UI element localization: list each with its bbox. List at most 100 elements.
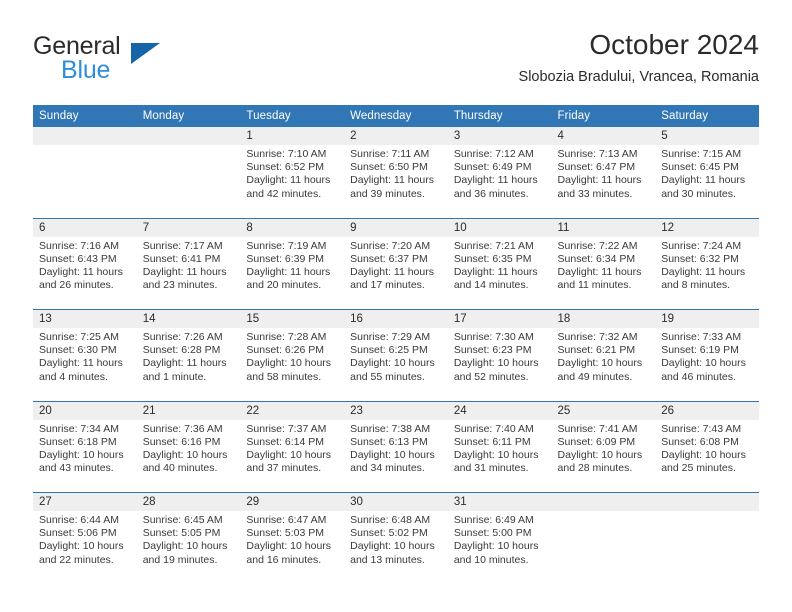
sunset-text: Sunset: 6:45 PM bbox=[661, 161, 739, 174]
sunset-text: Sunset: 6:11 PM bbox=[453, 435, 531, 448]
daylight-text-line1: Daylight: 10 hours bbox=[246, 540, 332, 553]
day-number: 25 bbox=[551, 400, 656, 420]
daylight-text-line1: Daylight: 10 hours bbox=[350, 540, 435, 553]
sunrise-text: Sunrise: 6:45 AM bbox=[142, 514, 223, 526]
day-cell: Sunrise: 7:15 AM Sunset: 6:45 PM Daylight:… bbox=[655, 145, 759, 218]
daylight-text-line2: and 42 minutes. bbox=[246, 187, 322, 200]
day-cell: Sunrise: 7:32 AM Sunset: 6:21 PM Daylight:… bbox=[551, 328, 656, 401]
day-cell bbox=[33, 145, 137, 218]
week-number-row: 6 7 8 9 10 11 12 bbox=[33, 217, 759, 237]
daylight-text-line2: and 55 minutes. bbox=[350, 370, 425, 383]
day-cell: Sunrise: 7:11 AM Sunset: 6:50 PM Daylight:… bbox=[344, 145, 448, 218]
sunset-text: Sunset: 6:34 PM bbox=[557, 252, 636, 265]
daylight-text-line1: Daylight: 11 hours bbox=[350, 265, 434, 278]
daylight-text-line1: Daylight: 10 hours bbox=[453, 357, 539, 370]
day-number: 14 bbox=[136, 309, 241, 328]
sunset-text: Sunset: 5:03 PM bbox=[246, 527, 325, 540]
day-number: 12 bbox=[655, 217, 759, 237]
daylight-text-line1: Daylight: 11 hours bbox=[453, 174, 538, 187]
day-cell: Sunrise: 7:20 AM Sunset: 6:37 PM Daylight:… bbox=[344, 236, 448, 310]
week-detail-row: Sunrise: 7:34 AM Sunset: 6:18 PM Daylight:… bbox=[33, 419, 759, 493]
day-number: 15 bbox=[240, 309, 345, 328]
daylight-text-line1: Daylight: 10 hours bbox=[246, 357, 332, 370]
day-cell: Sunrise: 7:25 AM Sunset: 6:30 PM Daylight:… bbox=[33, 328, 137, 401]
sunrise-text: Sunrise: 6:44 AM bbox=[39, 514, 119, 526]
daylight-text-line2: and 30 minutes. bbox=[661, 187, 736, 200]
day-number: 16 bbox=[344, 309, 448, 328]
weekday-header-sunday: Sunday bbox=[33, 105, 137, 127]
calendar-page: General Blue October 2024 Slobozia Bradu… bbox=[0, 0, 792, 612]
day-cell bbox=[136, 145, 241, 218]
sunset-text: Sunset: 6:26 PM bbox=[246, 344, 325, 357]
sunrise-text: Sunrise: 6:47 AM bbox=[246, 514, 327, 526]
sunset-text: Sunset: 6:16 PM bbox=[142, 435, 221, 448]
daylight-text-line2: and 23 minutes. bbox=[142, 279, 218, 292]
daylight-text-line2: and 17 minutes. bbox=[350, 279, 425, 292]
daylight-text-line1: Daylight: 10 hours bbox=[661, 448, 746, 461]
day-number: 22 bbox=[240, 400, 345, 420]
sunset-text: Sunset: 6:37 PM bbox=[350, 252, 428, 265]
day-number: 8 bbox=[240, 217, 345, 237]
sunrise-text: Sunrise: 7:29 AM bbox=[350, 331, 431, 343]
week-detail-row: Sunrise: 7:25 AM Sunset: 6:30 PM Daylight:… bbox=[33, 328, 759, 401]
day-cell: Sunrise: 7:22 AM Sunset: 6:34 PM Daylight:… bbox=[551, 236, 656, 310]
sunset-text: Sunset: 5:06 PM bbox=[39, 527, 117, 540]
day-cell: Sunrise: 7:38 AM Sunset: 6:13 PM Daylight:… bbox=[344, 419, 448, 493]
daylight-text-line1: Daylight: 11 hours bbox=[246, 265, 331, 278]
daylight-text-line1: Daylight: 10 hours bbox=[142, 540, 228, 553]
sunset-text: Sunset: 6:47 PM bbox=[557, 161, 636, 174]
day-cell bbox=[551, 511, 656, 584]
day-number: 9 bbox=[344, 217, 448, 237]
sunrise-text: Sunrise: 7:32 AM bbox=[557, 331, 638, 343]
daylight-text-line2: and 1 minute. bbox=[142, 370, 207, 383]
daylight-text-line1: Daylight: 11 hours bbox=[39, 357, 123, 370]
daylight-text-line1: Daylight: 11 hours bbox=[661, 174, 746, 187]
daylight-text-line2: and 16 minutes. bbox=[246, 553, 322, 566]
daylight-text-line1: Daylight: 11 hours bbox=[142, 357, 227, 370]
daylight-text-line2: and 22 minutes. bbox=[39, 553, 114, 566]
title-block: October 2024 Slobozia Bradului, Vrancea,… bbox=[519, 28, 759, 86]
day-number: 31 bbox=[447, 492, 552, 511]
sunset-text: Sunset: 6:25 PM bbox=[350, 344, 428, 357]
daylight-text-line1: Daylight: 11 hours bbox=[246, 174, 331, 187]
daylight-text-line1: Daylight: 10 hours bbox=[39, 540, 124, 553]
sunset-text: Sunset: 6:13 PM bbox=[350, 435, 428, 448]
day-cell: Sunrise: 7:16 AM Sunset: 6:43 PM Daylight:… bbox=[33, 236, 137, 310]
day-cell: Sunrise: 7:17 AM Sunset: 6:41 PM Daylight:… bbox=[136, 236, 241, 310]
daylight-text-line2: and 58 minutes. bbox=[246, 370, 322, 383]
logo-triangle-icon bbox=[131, 43, 160, 64]
day-number: 28 bbox=[136, 492, 241, 511]
daylight-text-line2: and 34 minutes. bbox=[350, 462, 425, 475]
day-cell: Sunrise: 7:13 AM Sunset: 6:47 PM Daylight:… bbox=[551, 145, 656, 218]
week-number-row: 1 2 3 4 5 bbox=[33, 127, 759, 145]
weekday-header-friday: Friday bbox=[551, 105, 656, 127]
daylight-text-line1: Daylight: 10 hours bbox=[453, 448, 539, 461]
day-number bbox=[655, 492, 759, 511]
week-detail-row: Sunrise: 7:16 AM Sunset: 6:43 PM Daylight:… bbox=[33, 236, 759, 310]
weekday-header-wednesday: Wednesday bbox=[344, 105, 448, 127]
day-number: 11 bbox=[551, 217, 656, 237]
sunrise-text: Sunrise: 7:38 AM bbox=[350, 422, 431, 435]
daylight-text-line1: Daylight: 10 hours bbox=[557, 448, 643, 461]
daylight-text-line1: Daylight: 10 hours bbox=[453, 540, 539, 553]
daylight-text-line2: and 37 minutes. bbox=[246, 462, 322, 475]
sunset-text: Sunset: 6:39 PM bbox=[246, 252, 325, 265]
daylight-text-line2: and 25 minutes. bbox=[661, 462, 736, 475]
day-cell: Sunrise: 7:21 AM Sunset: 6:35 PM Daylight:… bbox=[447, 236, 552, 310]
daylight-text-line2: and 28 minutes. bbox=[557, 462, 633, 475]
page-title: October 2024 bbox=[589, 29, 759, 60]
day-number: 23 bbox=[344, 400, 448, 420]
sunset-text: Sunset: 6:52 PM bbox=[246, 161, 325, 174]
week-number-row: 20 21 22 23 24 25 26 bbox=[33, 400, 759, 420]
day-cell: Sunrise: 7:10 AM Sunset: 6:52 PM Daylight:… bbox=[240, 145, 345, 218]
daylight-text-line2: and 14 minutes. bbox=[453, 279, 529, 292]
sunrise-text: Sunrise: 7:30 AM bbox=[453, 331, 534, 343]
day-number: 26 bbox=[655, 400, 759, 420]
sunrise-text: Sunrise: 7:33 AM bbox=[661, 331, 742, 343]
day-cell bbox=[655, 511, 759, 584]
day-cell: Sunrise: 7:28 AM Sunset: 6:26 PM Daylight:… bbox=[240, 328, 345, 401]
sunrise-text: Sunrise: 7:26 AM bbox=[142, 331, 223, 343]
sunrise-text: Sunrise: 7:20 AM bbox=[350, 239, 431, 252]
day-number bbox=[33, 127, 137, 145]
daylight-text-line1: Daylight: 10 hours bbox=[39, 448, 124, 461]
